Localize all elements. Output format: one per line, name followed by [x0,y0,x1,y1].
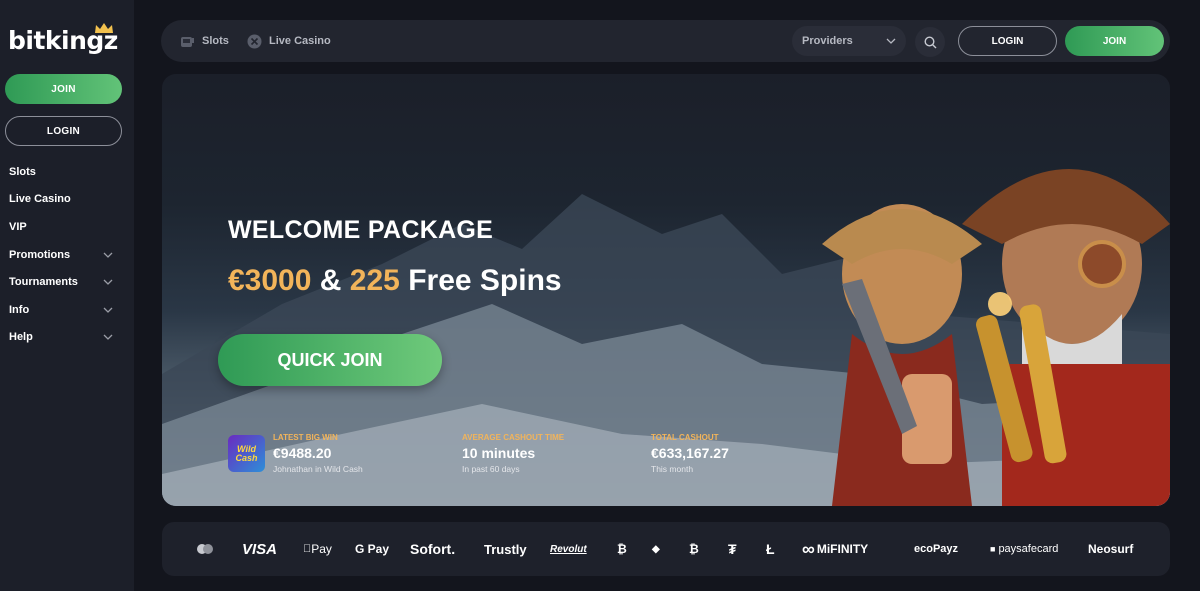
paysafecard-label: paysafecard [998,543,1059,555]
tether-icon: ₮ [728,541,737,557]
sofort-logo: Sofort. [410,541,456,557]
sidebar-item-vip[interactable]: VIP [9,213,113,241]
sidebar-item-promotions[interactable]: Promotions [9,241,113,269]
sidebar-item-label: Tournaments [9,276,78,289]
bitcoin-icon: ₿ [617,542,627,556]
trustly-logo: Trustly [484,541,527,557]
offer-spins-text: Free Spins [408,264,562,297]
stat-sub: This month [651,464,694,474]
sidebar-item-live-casino[interactable]: Live Casino [9,186,113,214]
sidebar-item-slots[interactable]: Slots [9,158,113,186]
stat-label: AVERAGE CASHOUT TIME [462,433,565,442]
sidebar-item-info[interactable]: Info [9,296,113,324]
sidebar-item-label: Info [9,303,30,316]
bitcoin-cash-icon: ₿ [689,542,699,556]
sidebar-item-label: Live Casino [9,193,71,206]
lock-icon: ■ [990,544,996,554]
offer-amount: €3000 [228,264,312,297]
chevron-down-icon [103,250,113,260]
wild-cash-game-thumbnail[interactable]: Wild Cash [228,435,265,472]
chip-icon [247,34,262,48]
sidebar-join-button[interactable]: JOIN [5,74,122,104]
page: bitkingz JOIN LOGIN Slots Live Casino VI… [0,0,1200,591]
quick-join-button[interactable]: QUICK JOIN [218,334,442,386]
sidebar-item-label: Help [9,331,33,344]
top-bar: Slots Live Casino Providers LOGIN JOIN [161,20,1170,62]
hero-offer: €3000 & 225 Free Spins [228,264,562,298]
nav-live-casino-link[interactable]: Live Casino [247,20,331,62]
providers-dropdown[interactable]: Providers [792,26,906,56]
nav-live-casino-label: Live Casino [269,35,331,47]
sidebar-item-help[interactable]: Help [9,324,113,352]
stat-sub: Johnathan in Wild Cash [273,464,363,474]
hero-banner: WELCOME PACKAGE €3000 & 225 Free Spins Q… [162,74,1170,506]
chevron-down-icon [103,277,113,287]
stat-label: LATEST BIG WIN [273,433,338,442]
average-cashout-stat: AVERAGE CASHOUT TIME 10 minutes In past … [462,433,564,474]
google-pay-logo: G Pay [355,542,390,556]
apple-pay-label: Pay [303,542,332,556]
sidebar-item-label: VIP [9,220,27,233]
slot-machine-icon [181,36,194,47]
search-button[interactable] [915,27,945,57]
stat-label: TOTAL CASHOUT [651,433,719,442]
sidebar-item-label: Promotions [9,248,71,261]
payment-methods-bar: VISA  Pay G Pay Sofort. Trustly Revolut… [162,522,1170,576]
chevron-down-icon [103,332,113,342]
join-button[interactable]: JOIN [1065,26,1164,56]
total-cashout-stat: TOTAL CASHOUT €633,167.27 This month [651,433,729,474]
chevron-down-icon [886,38,896,44]
visa-logo: VISA [242,540,278,558]
paysafecard-logo: ■ paysafecard [990,522,1058,576]
ecopayz-logo: ecoPayz [914,543,959,555]
ethereum-icon: ◆ [652,543,660,555]
chevron-down-icon [103,305,113,315]
search-icon [923,35,936,48]
apple-icon:  [303,543,311,555]
litecoin-icon: Ł [766,541,775,557]
infinity-icon: ∞ [802,538,815,559]
latest-big-win-stat: LATEST BIG WIN €9488.20 Johnathan in Wil… [273,433,363,474]
logo[interactable]: bitkingz [8,22,120,62]
mifinity-logo: ∞ MiFINITY [802,522,868,576]
offer-spins-count: 225 [349,264,400,297]
hero-title: WELCOME PACKAGE [228,216,494,244]
apple-pay-logo:  Pay [303,522,332,576]
cowboy-characters-illustration [822,169,1170,506]
mifinity-label: MiFINITY [816,542,869,556]
nav-slots-label: Slots [202,35,229,47]
sidebar-login-button[interactable]: LOGIN [5,116,122,146]
nav-slots-link[interactable]: Slots [180,20,229,62]
offer-and: & [319,264,342,297]
sidebar: bitkingz JOIN LOGIN Slots Live Casino VI… [0,0,134,591]
stat-value: €9488.20 [273,445,332,461]
providers-label: Providers [802,35,853,47]
revolut-logo: Revolut [550,543,587,555]
thumbnail-text: Wild Cash [235,443,258,463]
sidebar-item-label: Slots [9,165,36,178]
login-button[interactable]: LOGIN [958,26,1057,56]
mastercard-icon [195,522,215,576]
stat-sub: In past 60 days [462,464,520,474]
neosurf-logo: Neosurf [1088,542,1134,556]
sidebar-item-tournaments[interactable]: Tournaments [9,268,113,296]
sidebar-menu: Slots Live Casino VIP Promotions Tournam… [9,158,113,351]
stat-value: 10 minutes [462,445,536,461]
crown-icon [95,23,113,33]
stat-value: €633,167.27 [651,445,729,461]
